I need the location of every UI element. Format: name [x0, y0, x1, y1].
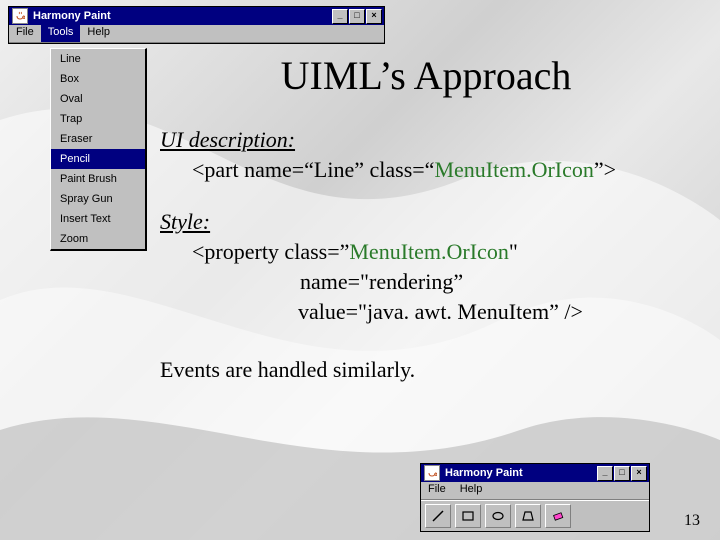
dropdown-item-oval[interactable]: Oval	[51, 89, 145, 109]
menu-tools[interactable]: Tools	[41, 25, 81, 42]
style-code-line3: value="java. awt. MenuItem” />	[298, 299, 692, 325]
menu-file[interactable]: File	[9, 25, 41, 42]
tool-box-button[interactable]	[455, 504, 481, 528]
minimize-button[interactable]: _	[597, 466, 613, 481]
window-controls-small: _ □ ×	[596, 466, 647, 481]
section-style-label: Style:	[160, 209, 210, 234]
dropdown-item-line[interactable]: Line	[51, 49, 145, 69]
dropdown-item-zoom[interactable]: Zoom	[51, 229, 145, 249]
maximize-button[interactable]: □	[614, 466, 630, 481]
dropdown-item-eraser[interactable]: Eraser	[51, 129, 145, 149]
menu-help-small[interactable]: Help	[453, 482, 490, 499]
close-button[interactable]: ×	[631, 466, 647, 481]
window-title-small: Harmony Paint	[443, 467, 596, 479]
dropdown-item-pencil[interactable]: Pencil	[51, 149, 145, 169]
tool-oval-button[interactable]	[485, 504, 511, 528]
dropdown-item-spray-gun[interactable]: Spray Gun	[51, 189, 145, 209]
tool-trap-button[interactable]	[515, 504, 541, 528]
section-ui-description-label: UI description:	[160, 127, 295, 152]
tool-line-button[interactable]	[425, 504, 451, 528]
slide: Harmony Paint _ □ × File Tools Help Line…	[0, 0, 720, 540]
close-button[interactable]: ×	[366, 9, 382, 24]
harmony-paint-window-large: Harmony Paint _ □ × File Tools Help Line…	[8, 6, 385, 44]
dropdown-item-paint-brush[interactable]: Paint Brush	[51, 169, 145, 189]
java-cup-icon	[12, 8, 28, 24]
menubar: File Tools Help	[9, 25, 384, 43]
titlebar-small[interactable]: Harmony Paint _ □ ×	[421, 464, 649, 482]
maximize-button[interactable]: □	[349, 9, 365, 24]
java-cup-icon	[424, 465, 440, 481]
titlebar[interactable]: Harmony Paint _ □ ×	[9, 7, 384, 25]
menu-file-small[interactable]: File	[421, 482, 453, 499]
tools-dropdown: Line Box Oval Trap Eraser Pencil Paint B…	[50, 48, 147, 251]
menubar-small: File Help	[421, 482, 649, 500]
menu-help[interactable]: Help	[80, 25, 117, 42]
dropdown-item-insert-text[interactable]: Insert Text	[51, 209, 145, 229]
dropdown-item-box[interactable]: Box	[51, 69, 145, 89]
window-title: Harmony Paint	[31, 10, 331, 22]
page-number: 13	[684, 512, 700, 530]
dropdown-item-trap[interactable]: Trap	[51, 109, 145, 129]
minimize-button[interactable]: _	[332, 9, 348, 24]
style-code-line2: name="rendering”	[300, 269, 692, 295]
slide-title: UIML’s Approach	[160, 52, 692, 99]
ui-description-code: <part name=“Line” class=“MenuItem.OrIcon…	[192, 157, 616, 182]
toolbar	[421, 500, 649, 531]
style-code-line1: <property class=”MenuItem.OrIcon"	[192, 239, 518, 264]
tool-eraser-button[interactable]	[545, 504, 571, 528]
footer-text: Events are handled similarly.	[160, 357, 692, 383]
slide-content: UIML’s Approach UI description: <part na…	[160, 52, 692, 387]
window-controls: _ □ ×	[331, 9, 382, 24]
harmony-paint-window-small: Harmony Paint _ □ × File Help	[420, 463, 650, 532]
